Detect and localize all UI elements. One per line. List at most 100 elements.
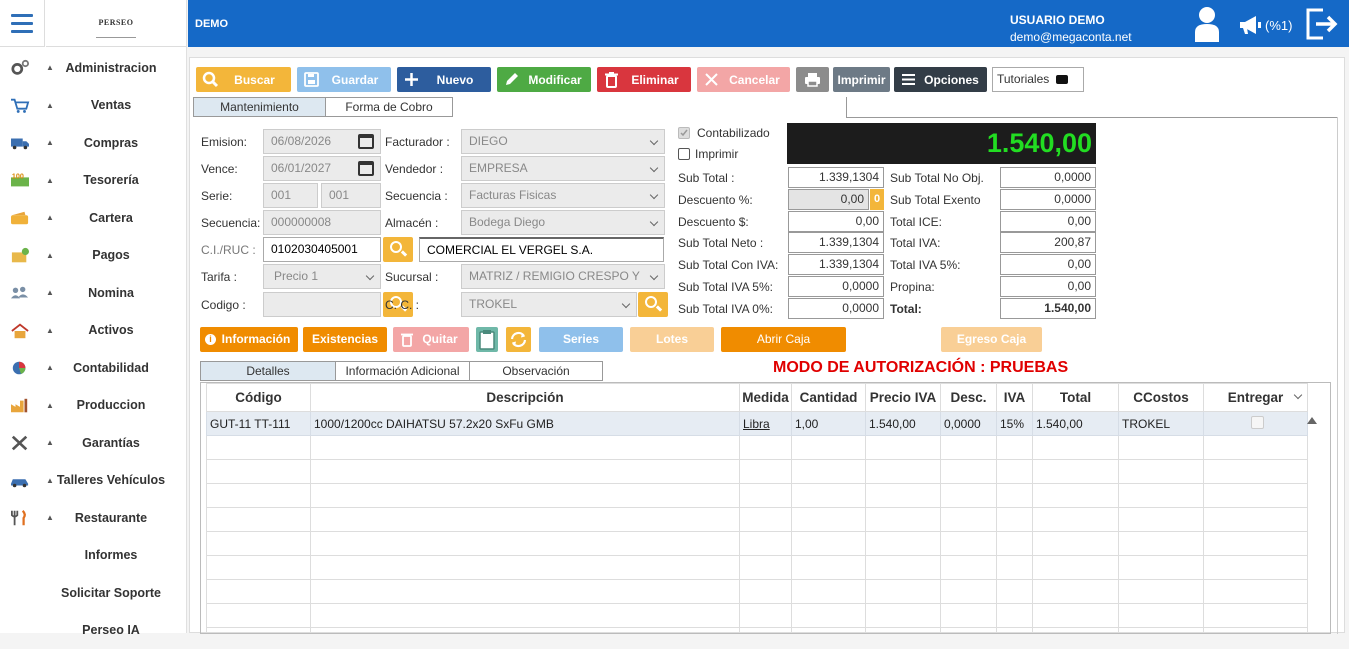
column-header[interactable]: Medida — [739, 383, 792, 412]
chevron-up-icon[interactable]: ▲ — [46, 401, 54, 410]
sidebar-item-tesorer-a[interactable]: 100 ▲ Tesorería — [0, 162, 186, 199]
chevron-up-icon[interactable]: ▲ — [46, 138, 54, 147]
modificar-button[interactable]: Modificar — [497, 67, 591, 92]
column-header[interactable]: Código — [206, 383, 311, 412]
sidebar-item-administracion[interactable]: ▲ Administracion — [0, 49, 186, 86]
cell-entregar[interactable] — [1203, 411, 1308, 436]
opciones-button[interactable]: Opciones — [894, 67, 987, 92]
facturador-select[interactable]: DIEGO — [461, 129, 665, 154]
codigo-input[interactable] — [263, 292, 381, 317]
serie-input-1[interactable]: 001 — [263, 183, 318, 208]
column-header[interactable]: Desc. — [940, 383, 997, 412]
tarifa-select[interactable]: Precio 1 — [263, 264, 381, 289]
total-value[interactable]: 1.540,00 — [1000, 297, 1096, 319]
search-client-button[interactable] — [383, 237, 413, 262]
calendar-icon[interactable] — [358, 134, 374, 149]
chevron-up-icon[interactable]: ▲ — [46, 288, 54, 297]
vendedor-select[interactable]: EMPRESA — [461, 156, 665, 181]
total-value[interactable]: 0,0000 — [788, 276, 884, 297]
sidebar-item-ventas[interactable]: ▲ Ventas — [0, 87, 186, 124]
total-value[interactable]: 0,0000 — [1000, 188, 1096, 210]
cell-medida[interactable]: Libra — [739, 411, 792, 436]
vence-date-input[interactable]: 06/01/2027 — [263, 156, 381, 181]
informacion-button[interactable]: i Información — [200, 327, 298, 352]
column-header[interactable]: Entregar — [1203, 383, 1308, 412]
serie-input-2[interactable]: 001 — [321, 183, 381, 208]
sidebar-item-produccion[interactable]: ▲ Produccion — [0, 387, 186, 424]
total-value[interactable]: 1.339,1304 — [788, 167, 884, 188]
total-value[interactable]: 0,00 — [1000, 276, 1096, 297]
tutoriales-button[interactable]: Tutoriales — [992, 67, 1084, 92]
chevron-up-icon[interactable]: ▲ — [46, 363, 54, 372]
search-cc-button[interactable] — [638, 292, 668, 317]
sidebar-item-nomina[interactable]: ▲ Nomina — [0, 274, 186, 311]
sidebar-item-contabilidad[interactable]: ▲ Contabilidad — [0, 349, 186, 386]
user-avatar-icon[interactable] — [1194, 6, 1220, 42]
column-header[interactable]: Total — [1032, 383, 1119, 412]
chevron-up-icon[interactable]: ▲ — [46, 476, 54, 485]
sidebar-item-perseo-ia[interactable]: Perseo IA — [0, 612, 186, 649]
total-value[interactable]: 200,87 — [1000, 232, 1096, 254]
tab-detalles[interactable]: Detalles — [200, 361, 336, 381]
column-header[interactable]: IVA — [996, 383, 1033, 412]
emision-date-input[interactable]: 06/08/2026 — [263, 129, 381, 154]
egreso-caja-button[interactable]: Egreso Caja — [941, 327, 1042, 352]
total-value[interactable]: 0,0000 — [1000, 167, 1096, 188]
cc-select[interactable]: TROKEL — [461, 292, 637, 317]
ruc-input[interactable]: 0102030405001 — [263, 237, 381, 262]
entregar-checkbox[interactable] — [1250, 415, 1264, 429]
chevron-up-icon[interactable]: ▲ — [46, 63, 54, 72]
tab-mantenimiento[interactable]: Mantenimiento — [193, 97, 326, 117]
sidebar-item-pagos[interactable]: ▲ Pagos — [0, 237, 186, 274]
tab-forma-de-cobro[interactable]: Forma de Cobro — [325, 97, 453, 117]
print-button[interactable] — [796, 67, 829, 92]
total-value[interactable]: 0,00 — [788, 188, 869, 210]
chevron-up-icon[interactable]: ▲ — [46, 438, 54, 447]
imprimir-button[interactable]: Imprimir — [833, 67, 890, 92]
clipboard-button[interactable] — [476, 327, 498, 352]
sidebar-item-informes[interactable]: Informes — [0, 537, 186, 574]
table-row[interactable]: GUT-11 TT-111 1000/1200cc DAIHATSU 57.2x… — [206, 411, 1308, 436]
quitar-button[interactable]: Quitar — [393, 327, 469, 352]
sidebar-item-compras[interactable]: ▲ Compras — [0, 124, 186, 161]
tab-informacion-adicional[interactable]: Información Adicional — [335, 361, 470, 381]
column-header[interactable]: Descripción — [310, 383, 740, 412]
total-value[interactable]: 0,00 — [1000, 254, 1096, 276]
sidebar-item-garant-as[interactable]: ▲ Garantías — [0, 424, 186, 461]
chevron-up-icon[interactable]: ▲ — [46, 251, 54, 260]
discount-badge[interactable]: 0 — [870, 188, 884, 210]
refresh-button[interactable] — [506, 327, 531, 352]
sidebar-item-cartera[interactable]: ▲ Cartera — [0, 199, 186, 236]
almacen-select[interactable]: Bodega Diego — [461, 210, 665, 235]
sidebar-item-solicitar-soporte[interactable]: Solicitar Soporte — [0, 574, 186, 611]
scroll-up-arrow[interactable] — [1307, 417, 1317, 424]
secuencia-select[interactable]: Facturas Fisicas — [461, 183, 665, 208]
buscar-button[interactable]: Buscar — [196, 67, 291, 92]
chevron-up-icon[interactable]: ▲ — [46, 213, 54, 222]
megaphone-icon[interactable] — [1238, 15, 1262, 35]
contabilizado-checkbox[interactable] — [678, 127, 690, 139]
total-value[interactable]: 0,00 — [788, 210, 884, 232]
column-header[interactable]: Precio IVA — [865, 383, 941, 412]
column-header[interactable]: Cantidad — [791, 383, 866, 412]
imprimir-checkbox[interactable] — [678, 148, 690, 160]
sucursal-select[interactable]: MATRIZ / REMIGIO CRESPO Y — [461, 264, 665, 289]
eliminar-button[interactable]: Eliminar — [597, 67, 691, 92]
series-button[interactable]: Series — [539, 327, 623, 352]
secuencia-input[interactable]: 000000008 — [263, 210, 381, 235]
chevron-up-icon[interactable]: ▲ — [46, 513, 54, 522]
client-name-input[interactable]: COMERCIAL EL VERGEL S.A. — [419, 237, 664, 262]
total-value[interactable]: 0,00 — [1000, 210, 1096, 232]
hamburger-menu-icon[interactable] — [0, 0, 45, 47]
abrir-caja-button[interactable]: Abrir Caja — [721, 327, 846, 352]
sidebar-item-activos[interactable]: ▲ Activos — [0, 312, 186, 349]
lotes-button[interactable]: Lotes — [630, 327, 714, 352]
chevron-up-icon[interactable]: ▲ — [46, 101, 54, 110]
guardar-button[interactable]: Guardar — [297, 67, 391, 92]
tab-observacion[interactable]: Observación — [469, 361, 603, 381]
nuevo-button[interactable]: Nuevo — [397, 67, 491, 92]
column-header[interactable]: CCostos — [1118, 383, 1204, 412]
total-value[interactable]: 1.339,1304 — [788, 254, 884, 276]
medida-link[interactable]: Libra — [743, 417, 770, 431]
total-value[interactable]: 0,0000 — [788, 297, 884, 319]
